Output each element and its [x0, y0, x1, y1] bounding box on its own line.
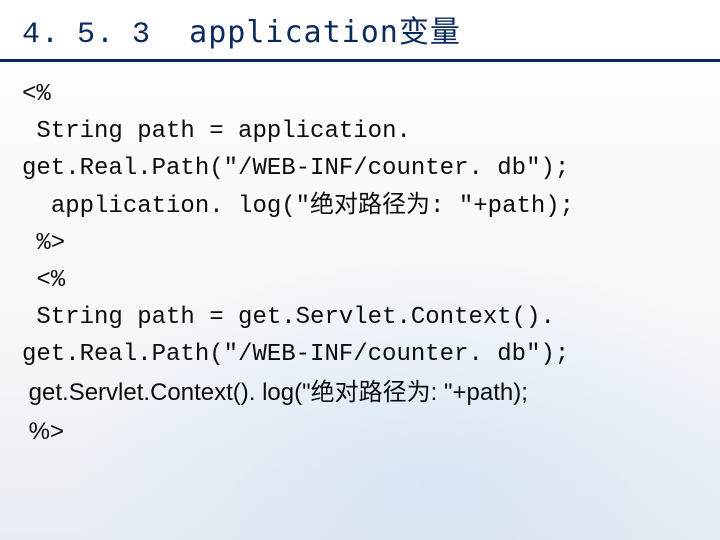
code-line-6: String path = get.Servlet.Context(). get… — [22, 304, 569, 368]
slide: { "header": { "section_number": "4. 5. 3… — [0, 0, 720, 540]
section-number: 4. 5. 3 — [22, 18, 151, 52]
code-line-4: %> — [22, 230, 65, 257]
code-line-3: application. log("绝对路径为: "+path); — [22, 193, 574, 220]
code-line-7: get.Servlet.Context(). log("绝对路径为: "+pat… — [22, 379, 528, 406]
title-text: application变量 — [189, 15, 461, 50]
slide-header: 4. 5. 3 application变量 — [0, 0, 720, 62]
code-line-1: <% — [22, 81, 51, 108]
code-line-2: String path = application. get.Real.Path… — [22, 118, 569, 182]
code-block: <% String path = application. get.Real.P… — [0, 62, 720, 452]
code-line-5: <% — [22, 267, 65, 294]
slide-title: 4. 5. 3 application变量 — [22, 7, 461, 52]
code-line-8: %> — [22, 418, 64, 445]
